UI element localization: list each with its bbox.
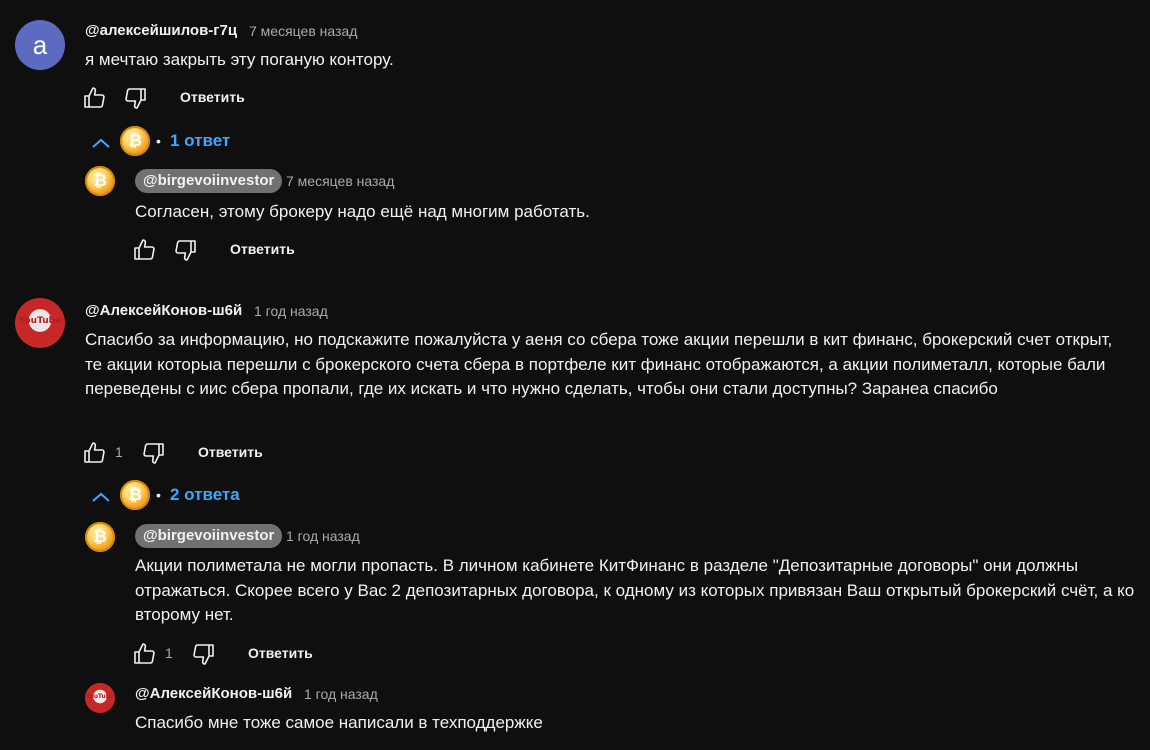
replies-toggle[interactable]: ₿ • 2 ответа: [88, 480, 258, 512]
avatar-letter: а: [32, 30, 48, 60]
like-icon[interactable]: [82, 440, 108, 466]
comment-timestamp[interactable]: 7 месяцев назад: [249, 23, 357, 39]
dislike-icon[interactable]: [122, 85, 148, 111]
avatar[interactable]: YouTube: [15, 298, 65, 348]
separator-dot: •: [156, 487, 161, 503]
reply-text: Согласен, этому брокеру надо ещё над мно…: [135, 202, 590, 221]
dislike-icon[interactable]: [140, 440, 166, 466]
reply-button[interactable]: Ответить: [248, 645, 313, 661]
channel-avatar-icon: ₿: [120, 126, 150, 156]
reply-button[interactable]: Ответить: [180, 89, 245, 105]
comment-thread: а @алексейшилов-г7ц 7 месяцев назад я ме…: [0, 0, 1150, 280]
avatar[interactable]: а: [15, 20, 65, 70]
reply-text: Акции полиметала не могли пропасть. В ли…: [135, 556, 1135, 624]
reply-author-channel-badge[interactable]: @birgevoiinvestor: [135, 169, 283, 193]
like-count: 1: [165, 645, 173, 661]
reply-author[interactable]: @АлексейКонов-ш6й: [135, 685, 292, 702]
avatar[interactable]: ₿: [85, 522, 115, 552]
reply-timestamp[interactable]: 1 год назад: [304, 686, 378, 702]
dislike-icon[interactable]: [172, 237, 198, 263]
chevron-up-icon: [90, 490, 112, 504]
like-icon[interactable]: [82, 85, 108, 111]
avatar[interactable]: ₿: [85, 166, 115, 196]
reply-button[interactable]: Ответить: [198, 444, 263, 460]
avatar-logo-text: YouTube: [85, 693, 115, 701]
like-icon[interactable]: [132, 237, 158, 263]
like-icon[interactable]: [132, 641, 158, 667]
reply-text: Спасибо мне тоже самое написали в техпод…: [135, 713, 543, 732]
reply-author-channel-badge[interactable]: @birgevoiinvestor: [135, 524, 283, 548]
chevron-up-icon: [90, 136, 112, 150]
reply-button[interactable]: Ответить: [230, 241, 295, 257]
dislike-icon[interactable]: [190, 641, 216, 667]
separator-dot: •: [156, 133, 161, 149]
comment-thread: YouTube @АлексейКонов-ш6й 1 год назад Сп…: [0, 290, 1150, 750]
reply-timestamp[interactable]: 7 месяцев назад: [286, 173, 394, 189]
replies-count: 2 ответа: [170, 485, 240, 504]
replies-count: 1 ответ: [170, 131, 231, 150]
avatar-logo-text: YouTube: [18, 316, 62, 326]
replies-toggle[interactable]: ₿ • 1 ответ: [88, 126, 248, 158]
comment-author[interactable]: @алексейшилов-г7ц: [85, 22, 237, 39]
reply-timestamp[interactable]: 1 год назад: [286, 528, 360, 544]
comment-timestamp[interactable]: 1 год назад: [254, 303, 328, 319]
like-count: 1: [115, 444, 123, 460]
comment-author[interactable]: @АлексейКонов-ш6й: [85, 302, 242, 319]
avatar[interactable]: YouTube: [85, 683, 115, 713]
comment-text: я мечтаю закрыть эту поганую контору.: [85, 50, 394, 69]
comment-text: Спасибо за информацию, но подскажите пож…: [85, 330, 1113, 398]
channel-avatar-icon: ₿: [120, 480, 150, 510]
